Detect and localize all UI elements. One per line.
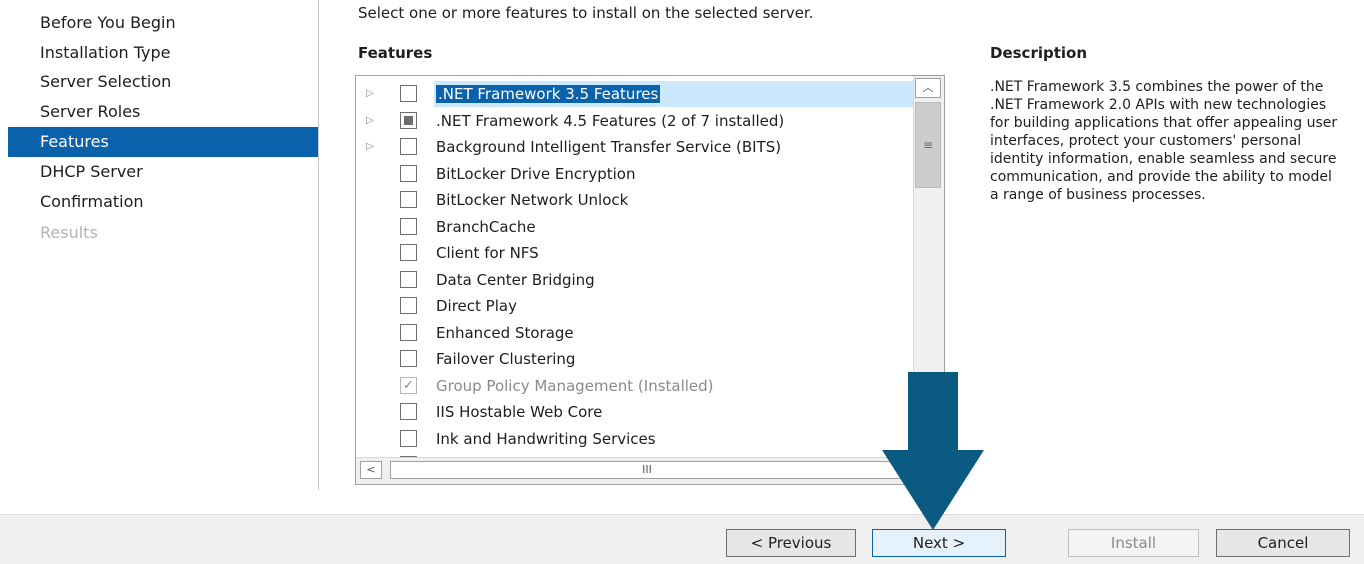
- expand-triangle-icon[interactable]: ▷: [366, 87, 376, 101]
- wizard-nav: Before You Begin Installation Type Serve…: [0, 0, 318, 490]
- feature-label: BitLocker Drive Encryption: [436, 164, 636, 183]
- checkmark-icon: ✓: [400, 376, 417, 394]
- feature-row[interactable]: ▷ .NET Framework 4.5 Features (2 of 7 in…: [356, 108, 913, 135]
- feature-checkbox[interactable]: [400, 164, 417, 182]
- feature-label: BranchCache: [436, 217, 536, 236]
- cancel-button[interactable]: Cancel: [1216, 529, 1350, 557]
- feature-label: Direct Play: [436, 297, 517, 315]
- horizontal-scrollbar[interactable]: < III >: [356, 457, 944, 484]
- feature-row[interactable]: BranchCache: [356, 214, 913, 241]
- nav-item-before-you-begin[interactable]: Before You Begin: [0, 8, 318, 38]
- feature-row[interactable]: Enhanced Storage: [356, 320, 913, 347]
- feature-row[interactable]: Ink and Handwriting Services: [356, 426, 913, 453]
- feature-label: Failover Clustering: [436, 350, 576, 368]
- feature-checkbox[interactable]: [400, 244, 417, 261]
- vertical-scroll-thumb[interactable]: ≡: [915, 102, 941, 188]
- nav-item-dhcp-server[interactable]: DHCP Server: [0, 157, 318, 187]
- feature-row[interactable]: Data Center Bridging: [356, 267, 913, 294]
- feature-row[interactable]: Direct Play: [356, 293, 913, 320]
- feature-checkbox[interactable]: [400, 217, 417, 235]
- feature-row[interactable]: ▷ Background Intelligent Transfer Servic…: [356, 134, 913, 161]
- install-button: Install: [1068, 529, 1199, 557]
- feature-label: IIS Hostable Web Core: [436, 403, 603, 421]
- expand-triangle-icon[interactable]: ▷: [366, 114, 376, 128]
- expand-triangle-icon[interactable]: ▷: [366, 140, 376, 154]
- instruction-text: Select one or more features to install o…: [358, 4, 814, 22]
- feature-checkbox[interactable]: [400, 350, 417, 367]
- features-list[interactable]: ▷ .NET Framework 3.5 Features ▷ .NET Fra…: [355, 75, 945, 485]
- wizard-footer: < Previous Next > Install Cancel: [0, 514, 1364, 564]
- feature-label: Client for NFS: [436, 244, 539, 262]
- feature-checkbox[interactable]: [400, 138, 417, 155]
- nav-item-server-roles[interactable]: Server Roles: [0, 97, 318, 127]
- feature-checkbox[interactable]: [400, 270, 417, 288]
- feature-label: .NET Framework 4.5 Features (2 of 7 inst…: [436, 111, 785, 130]
- feature-row[interactable]: Client for NFS: [356, 240, 913, 267]
- feature-checkbox[interactable]: [400, 191, 417, 208]
- feature-row[interactable]: BitLocker Drive Encryption: [356, 161, 913, 188]
- feature-label: Group Policy Management (Installed): [436, 376, 714, 395]
- feature-checkbox[interactable]: [400, 111, 417, 129]
- feature-row: ✓ Group Policy Management (Installed): [356, 373, 913, 400]
- nav-item-installation-type[interactable]: Installation Type: [0, 38, 318, 68]
- feature-label: BitLocker Network Unlock: [436, 191, 629, 209]
- previous-button[interactable]: < Previous: [726, 529, 856, 557]
- nav-item-confirmation[interactable]: Confirmation: [0, 187, 318, 217]
- feature-label: Background Intelligent Transfer Service …: [436, 138, 782, 156]
- feature-label: .NET Framework 3.5 Features: [436, 85, 661, 103]
- feature-row[interactable]: IIS Hostable Web Core: [356, 399, 913, 426]
- scroll-up-arrow-icon[interactable]: ︿: [915, 78, 941, 98]
- feature-label: Enhanced Storage: [436, 323, 574, 342]
- nav-item-server-selection[interactable]: Server Selection: [0, 67, 318, 97]
- feature-row[interactable]: ▷ .NET Framework 3.5 Features: [356, 81, 913, 108]
- nav-item-features[interactable]: Features: [8, 127, 318, 157]
- feature-checkbox[interactable]: [400, 429, 417, 447]
- nav-divider: [318, 0, 319, 490]
- scroll-left-arrow-icon[interactable]: <: [360, 461, 382, 479]
- down-arrow-icon: [882, 372, 984, 530]
- feature-checkbox[interactable]: [400, 323, 417, 341]
- feature-row[interactable]: Failover Clustering: [356, 346, 913, 373]
- description-heading: Description: [990, 44, 1088, 62]
- feature-checkbox[interactable]: [400, 403, 417, 420]
- nav-item-results: Results: [40, 223, 98, 242]
- features-rows: ▷ .NET Framework 3.5 Features ▷ .NET Fra…: [356, 81, 913, 460]
- feature-label: Data Center Bridging: [436, 270, 595, 289]
- feature-label: Ink and Handwriting Services: [436, 429, 656, 448]
- feature-checkbox[interactable]: [400, 297, 417, 314]
- next-button[interactable]: Next >: [872, 529, 1006, 557]
- feature-row[interactable]: BitLocker Network Unlock: [356, 187, 913, 214]
- description-text: .NET Framework 3.5 combines the power of…: [990, 79, 1338, 203]
- horizontal-scroll-thumb[interactable]: III: [390, 461, 904, 479]
- feature-checkbox[interactable]: [400, 85, 417, 102]
- features-heading: Features: [358, 44, 433, 62]
